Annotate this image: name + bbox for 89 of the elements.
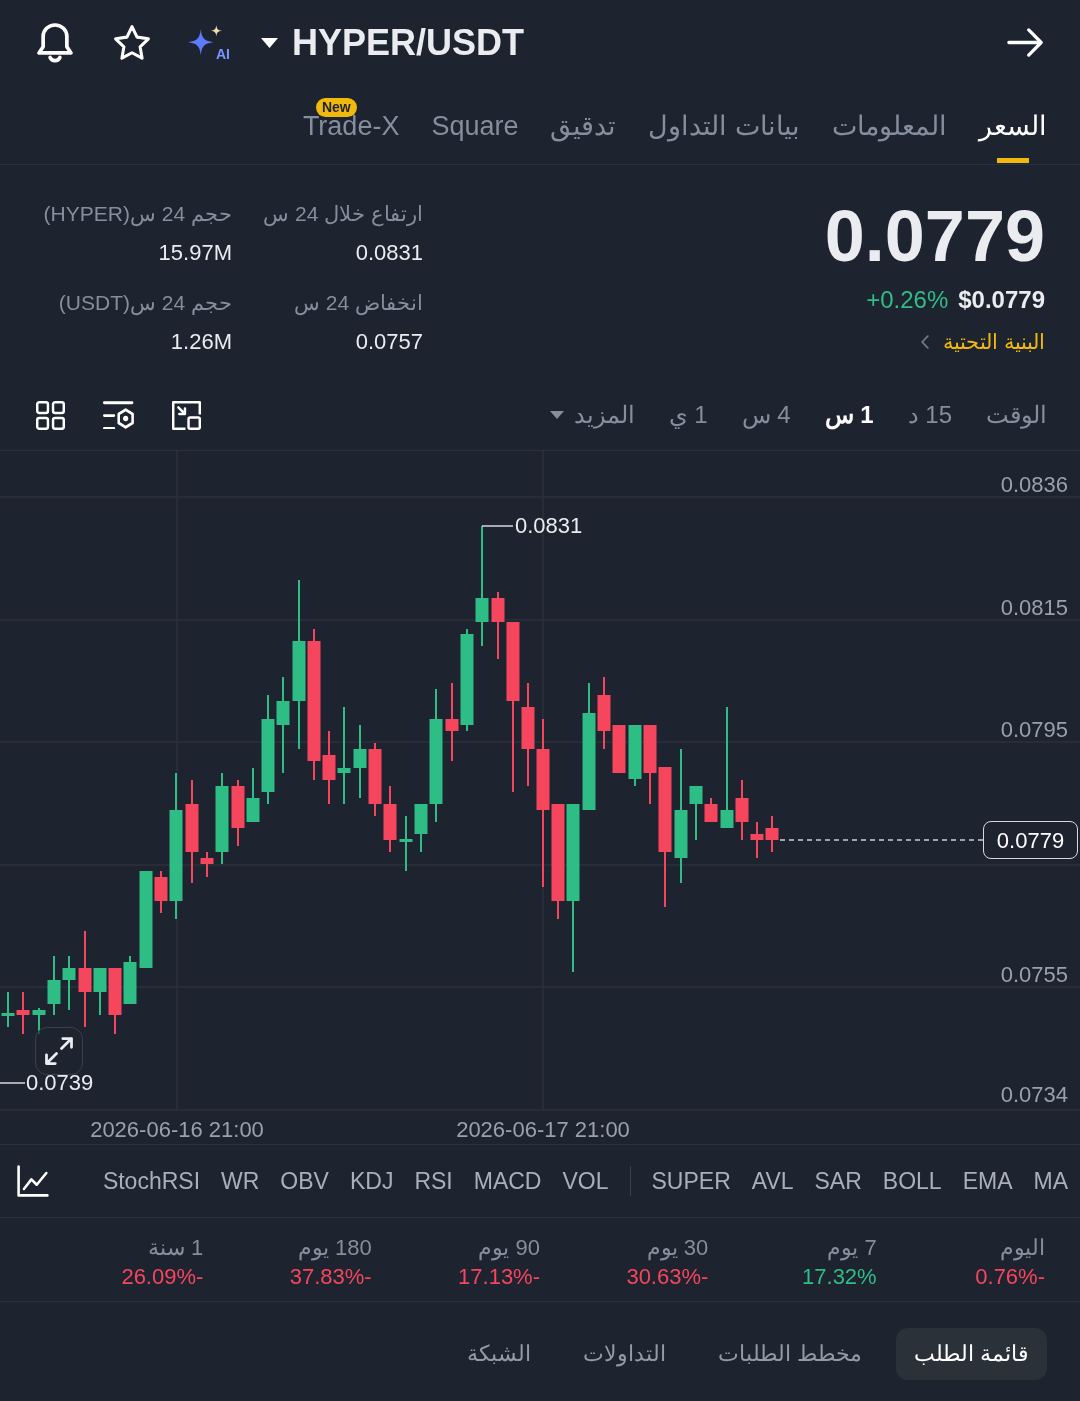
indicator-option[interactable]: AVL — [751, 1166, 794, 1196]
interval-option[interactable]: المزيد — [549, 400, 635, 430]
indicator-option[interactable]: BOLL — [882, 1166, 942, 1196]
last-price: 0.0779 — [824, 198, 1045, 274]
period-label: 180 يوم — [297, 1234, 372, 1262]
period-label: 7 يوم — [827, 1234, 877, 1262]
grid-layout-icon[interactable] — [36, 400, 65, 430]
leader-line — [0, 1082, 26, 1084]
period-label: 1 سنة — [147, 1234, 204, 1262]
candlestick — [1, 992, 15, 1027]
candlestick — [765, 816, 779, 852]
price-axis-label: 0.0755 — [1000, 962, 1068, 988]
leader-line — [481, 525, 514, 527]
stat-label: انخفاض 24 س — [293, 290, 423, 316]
period-label: 90 يوم — [478, 1234, 540, 1262]
interval-option[interactable]: الوقت — [986, 400, 1047, 430]
period-label: اليوم — [1000, 1234, 1045, 1262]
last-price-tag: 0.0779 — [983, 821, 1078, 859]
ai-assistant-button[interactable]: AI — [188, 22, 230, 63]
chevron-left-icon — [921, 335, 930, 349]
tab[interactable]: بيانات التداول — [648, 85, 800, 164]
low-price-label: 0.0739 — [26, 1070, 94, 1096]
book-tab[interactable]: قائمة الطلب — [895, 1328, 1047, 1380]
indicator-option[interactable]: SAR — [814, 1166, 862, 1196]
indicator-option[interactable]: SUPER — [651, 1166, 731, 1196]
price-axis-label: 0.0795 — [1000, 717, 1068, 743]
category-link[interactable]: البنية التحتية — [921, 328, 1045, 356]
stat-label: ارتفاع خلال 24 س — [263, 201, 423, 227]
usd-price: $0.0779 — [958, 286, 1045, 314]
pair-selector[interactable]: HYPER/USDT — [261, 22, 525, 63]
candlestick — [628, 725, 642, 786]
stat-value: 1.26M — [170, 328, 232, 356]
indicator-chart-icon[interactable] — [17, 1165, 49, 1197]
stat-value: 0.0757 — [355, 328, 423, 356]
period-change: 0.76%- — [975, 1263, 1045, 1291]
candlestick — [399, 816, 413, 871]
price-axis-label: 0.0836 — [1000, 472, 1068, 498]
interval-option[interactable]: 15 د — [907, 400, 952, 430]
expand-button[interactable] — [35, 1027, 83, 1075]
tab[interactable]: المعلومات — [832, 85, 947, 164]
arrow-right-icon[interactable] — [1007, 28, 1043, 57]
candlestick — [231, 780, 245, 846]
book-tab[interactable]: مخطط الطلبات — [699, 1328, 880, 1380]
interval-option[interactable]: 1 س — [824, 400, 874, 430]
interval-option[interactable]: 4 س — [741, 400, 791, 430]
period-change: 17.13%- — [458, 1263, 540, 1291]
price-axis-label: 0.0815 — [1000, 595, 1068, 621]
time-axis-label: 2026-06-16 21:00 — [90, 1117, 264, 1143]
indicator-option[interactable]: VOL — [562, 1166, 609, 1196]
stat-label: حجم 24 س(USDT) — [58, 290, 232, 316]
price-change: +0.26% — [866, 286, 949, 314]
tab[interactable]: تدقيق — [550, 85, 617, 164]
book-tab[interactable]: التداولات — [564, 1328, 684, 1380]
tab[interactable]: السعر — [979, 85, 1047, 164]
high-price-label: 0.0831 — [515, 513, 583, 539]
candlestick — [108, 968, 122, 1034]
candlestick — [62, 956, 76, 1010]
tab[interactable]: Trade-X New — [302, 85, 400, 164]
tab[interactable]: Square — [431, 85, 519, 164]
price-axis-label: 0.0734 — [1000, 1082, 1068, 1108]
candlestick — [123, 956, 137, 1004]
stat-value: 15.97M — [158, 239, 232, 267]
period-change: 37.83%- — [289, 1263, 372, 1291]
star-icon[interactable] — [114, 25, 150, 60]
indicator-option[interactable]: KDJ — [349, 1166, 394, 1196]
indicator-settings-icon[interactable] — [103, 401, 134, 429]
stat-label: حجم 24 س(HYPER) — [43, 201, 232, 227]
period-change: 17.32% — [802, 1263, 877, 1291]
interval-option[interactable]: 1 ي — [668, 400, 708, 430]
caret-down-icon — [549, 411, 564, 419]
indicator-option[interactable]: StochRSI — [102, 1166, 201, 1196]
indicator-option[interactable]: RSI — [414, 1166, 453, 1196]
indicator-option[interactable]: WR — [221, 1166, 260, 1196]
time-axis-label: 2026-06-17 21:00 — [456, 1117, 630, 1143]
indicator-option[interactable]: OBV — [280, 1166, 329, 1196]
period-label: 30 يوم — [646, 1234, 709, 1262]
book-tab[interactable]: الشبكة — [448, 1328, 549, 1380]
period-change: 26.09%- — [121, 1263, 204, 1291]
notification-bell-icon[interactable] — [37, 22, 73, 63]
indicator-option[interactable]: MA — [1033, 1166, 1068, 1196]
stat-value: 0.0831 — [355, 239, 423, 267]
period-change: 30.63%- — [626, 1263, 709, 1291]
indicator-option[interactable]: MACD — [473, 1166, 542, 1196]
expand-icon — [45, 1037, 73, 1065]
candlestick — [16, 992, 30, 1034]
chart-layout-icon[interactable] — [172, 400, 201, 430]
indicator-option[interactable]: EMA — [962, 1166, 1013, 1196]
caret-down-icon — [261, 37, 278, 48]
candlestick — [383, 786, 397, 852]
